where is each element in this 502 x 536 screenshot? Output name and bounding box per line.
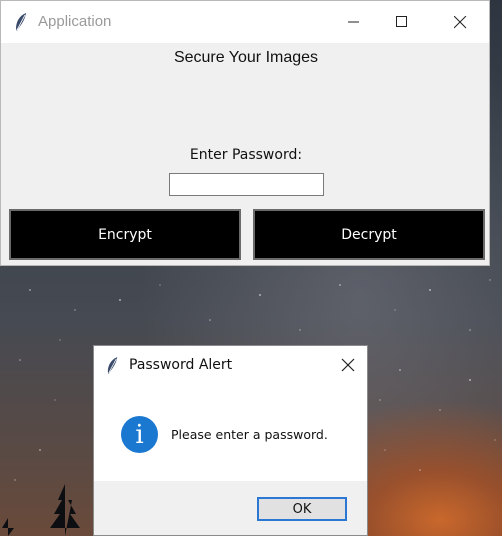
encrypt-button[interactable]: Encrypt bbox=[9, 209, 241, 260]
maximize-button[interactable] bbox=[379, 1, 425, 43]
page-heading: Secure Your Images bbox=[173, 49, 319, 66]
feather-icon bbox=[16, 13, 26, 31]
dialog-close-icon[interactable] bbox=[339, 356, 357, 374]
password-input[interactable] bbox=[169, 173, 324, 196]
info-icon: i bbox=[121, 416, 158, 453]
ok-button[interactable]: OK bbox=[257, 497, 347, 521]
password-alert-dialog: Password Alert i Please enter a password… bbox=[93, 345, 368, 536]
dialog-title: Password Alert bbox=[129, 357, 233, 373]
dialog-title-bar: Password Alert bbox=[94, 346, 367, 386]
close-button[interactable] bbox=[437, 1, 483, 43]
maximize-icon bbox=[396, 16, 407, 27]
minimize-button[interactable] bbox=[331, 1, 377, 43]
title-bar: Application bbox=[1, 1, 489, 43]
password-label: Enter Password: bbox=[189, 147, 303, 163]
window-title: Application bbox=[38, 13, 112, 30]
main-window: Application Secure Your Images Enter Pas… bbox=[0, 0, 490, 266]
dialog-body: i Please enter a password. bbox=[94, 386, 367, 481]
feather-icon bbox=[107, 357, 118, 374]
dialog-message: Please enter a password. bbox=[171, 427, 328, 442]
close-icon bbox=[453, 15, 466, 28]
minimize-icon bbox=[348, 21, 359, 23]
decrypt-button[interactable]: Decrypt bbox=[253, 209, 485, 260]
